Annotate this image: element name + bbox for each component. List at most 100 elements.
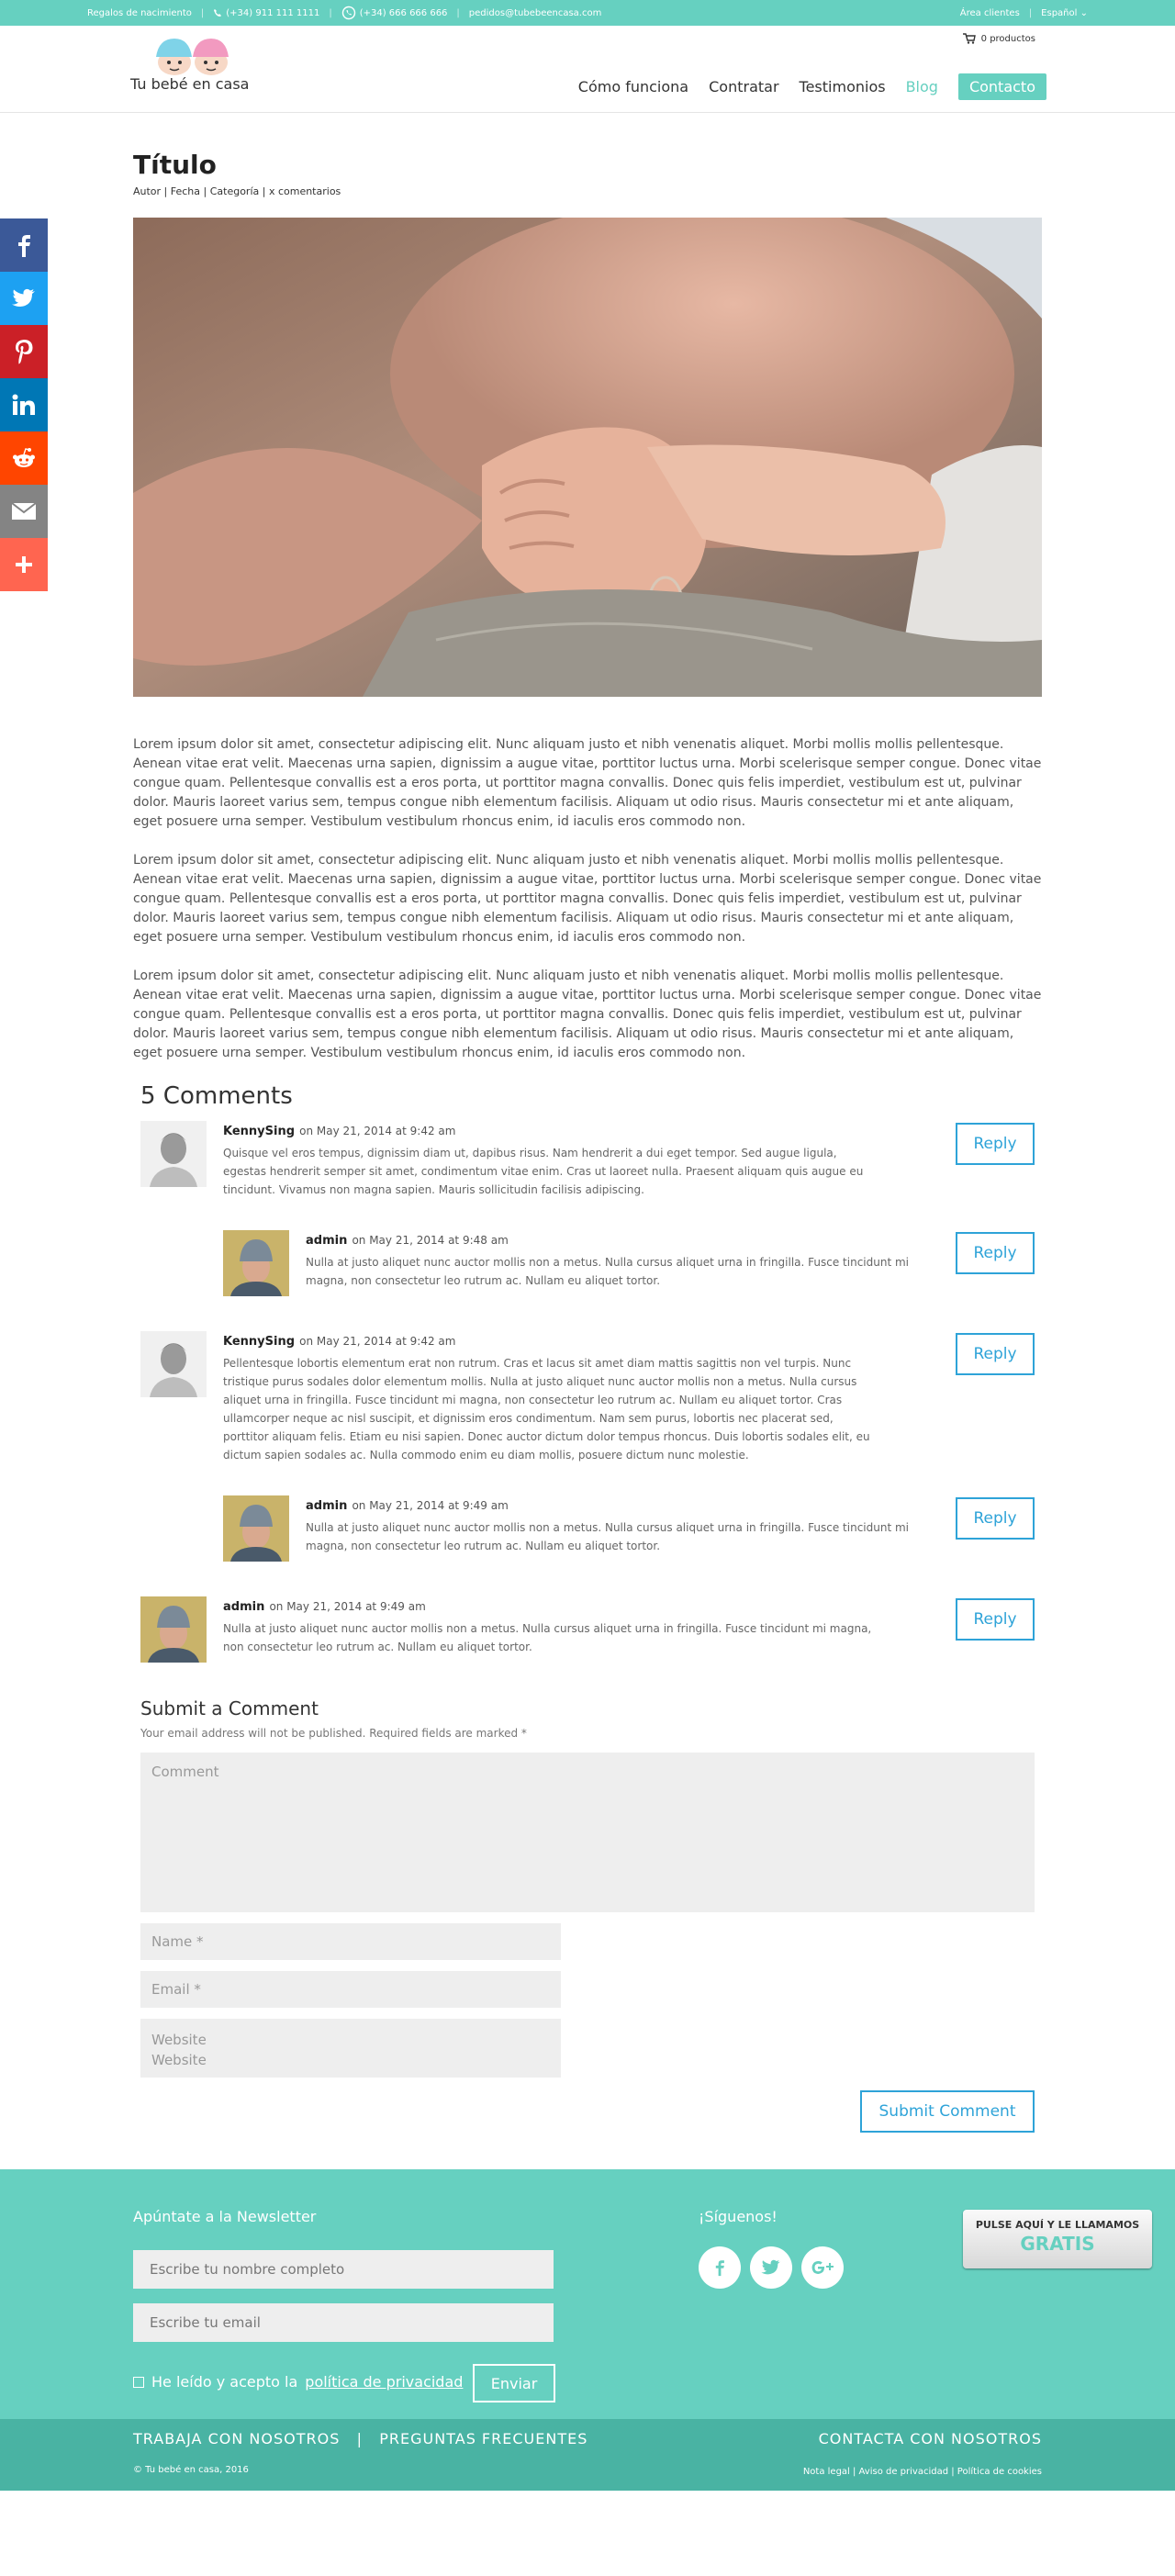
comment-date[interactable]: on May 21, 2014 at 9:42 am bbox=[299, 1125, 455, 1137]
reply-button[interactable]: Reply bbox=[956, 1232, 1035, 1274]
client-area-link[interactable]: Área clientes bbox=[960, 8, 1020, 18]
post-paragraph: Lorem ipsum dolor sit amet, consectetur … bbox=[133, 969, 1042, 1060]
comment-text: Quisque vel eros tempus, dignissim diam … bbox=[223, 1147, 864, 1196]
website-placeholder: Website bbox=[151, 2032, 207, 2048]
comment-text: Nulla at justo aliquet nunc auctor molli… bbox=[223, 1622, 872, 1653]
user-avatar-icon bbox=[140, 1121, 207, 1187]
newsletter-title: Apúntate a la Newsletter bbox=[133, 2208, 317, 2225]
follow-icons bbox=[699, 2246, 844, 2289]
reddit-icon bbox=[13, 448, 35, 467]
reply-button[interactable]: Reply bbox=[956, 1123, 1035, 1165]
callback-line1: PULSE AQUÍ Y LE LLAMAMOS bbox=[975, 2219, 1140, 2231]
chevron-down-icon: ⌄ bbox=[1080, 7, 1088, 18]
share-more-button[interactable] bbox=[0, 538, 48, 591]
copyright: © Tu bebé en casa, 2016 bbox=[133, 2465, 249, 2475]
whatsapp-link[interactable]: (+34) 666 666 666 bbox=[341, 6, 448, 20]
top-bar: Regalos de nacimiento | (+34) 911 111 11… bbox=[0, 0, 1175, 26]
newsletter-email-input[interactable]: Escribe tu email bbox=[133, 2303, 554, 2342]
whatsapp-number: (+34) 666 666 666 bbox=[359, 7, 448, 18]
comment-text: Nulla at justo aliquet nunc auctor molli… bbox=[306, 1256, 909, 1287]
comment-item: KennySing on May 21, 2014 at 9:42 am Pel… bbox=[140, 1331, 1035, 1464]
website-field[interactable]: Website Website bbox=[140, 2019, 561, 2078]
google-plus-icon bbox=[811, 2261, 834, 2274]
divider: | bbox=[200, 7, 205, 18]
comment-date[interactable]: on May 21, 2014 at 9:49 am bbox=[352, 1499, 508, 1512]
footer-links[interactable]: TRABAJA CON NOSOTROS | PREGUNTAS FRECUEN… bbox=[133, 2430, 588, 2447]
email-icon bbox=[12, 502, 36, 520]
email-link[interactable]: pedidos@tubebeencasa.com bbox=[469, 8, 602, 18]
nav-item-contratar[interactable]: Contratar bbox=[709, 78, 778, 95]
post-featured-image bbox=[133, 218, 1042, 697]
site-footer: Apúntate a la Newsletter Escribe tu nomb… bbox=[0, 2169, 1175, 2419]
post-meta: Autor | Fecha | Categoría | x comentario… bbox=[133, 185, 341, 197]
main-nav: Cómo funciona Contratar Testimonios Blog… bbox=[578, 73, 1046, 100]
avatar bbox=[223, 1230, 289, 1296]
site-header: Tu bebé en casa 0 productos Cómo funcion… bbox=[0, 26, 1175, 113]
comments-section: 5 Comments KennySing on May 21, 2014 at … bbox=[140, 1082, 1035, 1666]
privacy-checkbox[interactable] bbox=[133, 2376, 144, 2388]
phone-icon bbox=[214, 9, 222, 17]
nav-item-blog[interactable]: Blog bbox=[906, 78, 938, 95]
accept-text: He leído y acepto la bbox=[151, 2373, 298, 2391]
gifts-link[interactable]: Regalos de nacimiento bbox=[87, 8, 192, 18]
follow-twitter-button[interactable] bbox=[750, 2246, 792, 2289]
share-facebook-button[interactable] bbox=[0, 218, 48, 272]
language-value: Español bbox=[1041, 7, 1078, 18]
language-select[interactable]: Español ⌄ bbox=[1041, 8, 1088, 18]
follow-google-plus-button[interactable] bbox=[801, 2246, 844, 2289]
divider: | bbox=[329, 7, 332, 18]
follow-facebook-button[interactable] bbox=[699, 2246, 741, 2289]
privacy-policy-link[interactable]: política de privacidad bbox=[305, 2373, 463, 2391]
reply-button[interactable]: Reply bbox=[956, 1333, 1035, 1375]
comment-form: Submit a Comment Your email address will… bbox=[140, 1697, 1035, 2133]
share-pinterest-button[interactable] bbox=[0, 325, 48, 378]
phone-link[interactable]: (+34) 911 111 1111 bbox=[213, 8, 319, 18]
phone-number: (+34) 911 111 1111 bbox=[226, 7, 320, 18]
comment-date[interactable]: on May 21, 2014 at 9:42 am bbox=[299, 1335, 455, 1348]
newsletter-name-input[interactable]: Escribe tu nombre completo bbox=[133, 2250, 554, 2289]
facebook-icon bbox=[715, 2260, 724, 2277]
legal-links[interactable]: Nota legal | Aviso de privacidad | Polít… bbox=[803, 2467, 1042, 2477]
share-email-button[interactable] bbox=[0, 485, 48, 538]
nav-item-contacto[interactable]: Contacto bbox=[957, 73, 1046, 100]
callback-line2: GRATIS bbox=[1020, 2233, 1095, 2255]
nav-item-como-funciona[interactable]: Cómo funciona bbox=[578, 78, 688, 95]
share-twitter-button[interactable] bbox=[0, 272, 48, 325]
divider: | bbox=[456, 7, 460, 18]
cart-icon bbox=[962, 33, 976, 44]
comment-author[interactable]: admin bbox=[306, 1499, 347, 1513]
nav-item-testimonios[interactable]: Testimonios bbox=[800, 78, 886, 95]
twitter-icon bbox=[12, 288, 35, 307]
babies-logo-icon bbox=[156, 39, 229, 75]
comment-textarea[interactable]: Comment bbox=[140, 1753, 1035, 1912]
avatar bbox=[140, 1121, 207, 1187]
free-callback-button[interactable]: PULSE AQUÍ Y LE LLAMAMOS GRATIS bbox=[963, 2210, 1152, 2268]
share-reddit-button[interactable] bbox=[0, 431, 48, 485]
comment-author[interactable]: KennySing bbox=[223, 1125, 295, 1138]
privacy-consent: He leído y acepto la política de privaci… bbox=[133, 2373, 463, 2391]
submit-comment-button[interactable]: Submit Comment bbox=[860, 2090, 1035, 2133]
share-linkedin-button[interactable] bbox=[0, 378, 48, 431]
user-avatar-icon bbox=[223, 1230, 289, 1296]
comment-date[interactable]: on May 21, 2014 at 9:48 am bbox=[352, 1234, 508, 1247]
comment-item: KennySing on May 21, 2014 at 9:42 am Qui… bbox=[140, 1121, 1035, 1199]
post-paragraph: Lorem ipsum dolor sit amet, consectetur … bbox=[133, 737, 1042, 829]
user-avatar-icon bbox=[140, 1331, 207, 1397]
user-avatar-icon bbox=[140, 1596, 207, 1663]
avatar bbox=[223, 1495, 289, 1562]
comment-author[interactable]: KennySing bbox=[223, 1335, 295, 1349]
comment-author[interactable]: admin bbox=[223, 1600, 264, 1614]
contact-link[interactable]: CONTACTA CON NOSOTROS bbox=[819, 2430, 1042, 2447]
email-field[interactable]: Email * bbox=[140, 1971, 561, 2008]
cart-link[interactable]: 0 productos bbox=[962, 33, 1035, 44]
facebook-icon bbox=[18, 235, 30, 257]
comment-date[interactable]: on May 21, 2014 at 9:49 am bbox=[269, 1600, 425, 1613]
newsletter-send-button[interactable]: Enviar bbox=[473, 2364, 555, 2402]
blog-post: Título Autor | Fecha | Categoría | x com… bbox=[133, 113, 1042, 1063]
reply-button[interactable]: Reply bbox=[956, 1497, 1035, 1540]
reply-button[interactable]: Reply bbox=[956, 1598, 1035, 1641]
comment-author[interactable]: admin bbox=[306, 1234, 347, 1248]
divider: | bbox=[1028, 7, 1033, 18]
name-field[interactable]: Name * bbox=[140, 1923, 561, 1960]
logo[interactable]: Tu bebé en casa bbox=[129, 29, 257, 94]
